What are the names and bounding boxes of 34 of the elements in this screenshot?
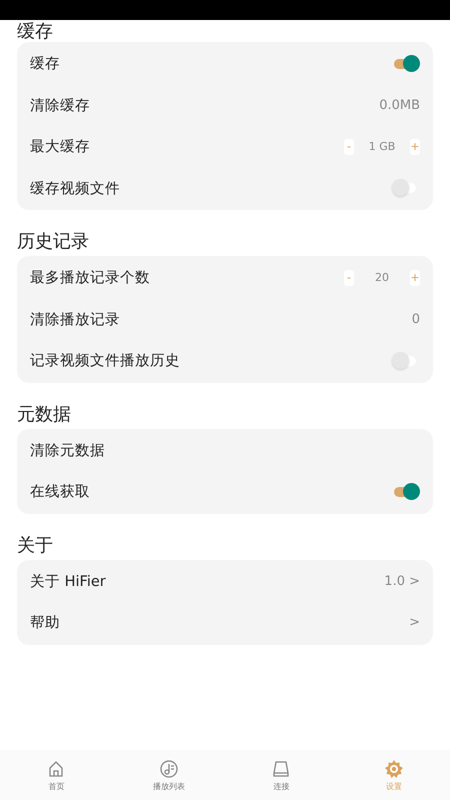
settings-icon bbox=[384, 758, 404, 778]
nav-tab[interactable]: 设置 bbox=[338, 750, 450, 800]
stepper-value: 20 bbox=[374, 271, 390, 284]
row-label: 缓存视频文件 bbox=[30, 180, 120, 198]
row-label: 清除元数据 bbox=[30, 442, 105, 460]
minus-button[interactable]: - bbox=[344, 270, 354, 286]
row-label: 在线获取 bbox=[30, 483, 90, 502]
row-label: 缓存 bbox=[30, 55, 60, 74]
row-label: 最多播放记录个数 bbox=[30, 269, 150, 288]
row-label: 最大缓存 bbox=[30, 138, 90, 156]
plus-button[interactable]: + bbox=[410, 270, 420, 286]
toggle-switch[interactable] bbox=[392, 482, 420, 501]
section-title: 元数据 bbox=[17, 402, 72, 426]
toggle-switch[interactable] bbox=[392, 54, 420, 73]
minus-button[interactable]: - bbox=[344, 138, 354, 155]
drive-icon bbox=[271, 758, 292, 778]
row-label: 关于 HiFier bbox=[30, 572, 106, 591]
row-label: 帮助 bbox=[30, 614, 60, 632]
nav-tab[interactable]: 连接 bbox=[225, 750, 338, 800]
row-value: 0 bbox=[412, 312, 420, 327]
section-title: 历史记录 bbox=[17, 230, 90, 254]
row-value: > bbox=[409, 615, 420, 630]
section-title: 缓存 bbox=[17, 22, 54, 42]
plus-button[interactable]: + bbox=[410, 138, 420, 155]
row-label: 清除播放记录 bbox=[30, 310, 120, 329]
row-label: 清除缓存 bbox=[30, 96, 90, 115]
nav-tab[interactable]: 播放列表 bbox=[112, 750, 225, 800]
row-label: 记录视频文件播放历史 bbox=[30, 352, 180, 370]
stepper-value: 1 GB bbox=[368, 140, 396, 154]
nav-tab[interactable]: 首页 bbox=[0, 750, 112, 800]
row-value: 1.0 > bbox=[384, 574, 420, 589]
row-value: 0.0MB bbox=[379, 98, 420, 113]
music-note-icon bbox=[158, 758, 179, 778]
section-title: 关于 bbox=[17, 534, 54, 558]
